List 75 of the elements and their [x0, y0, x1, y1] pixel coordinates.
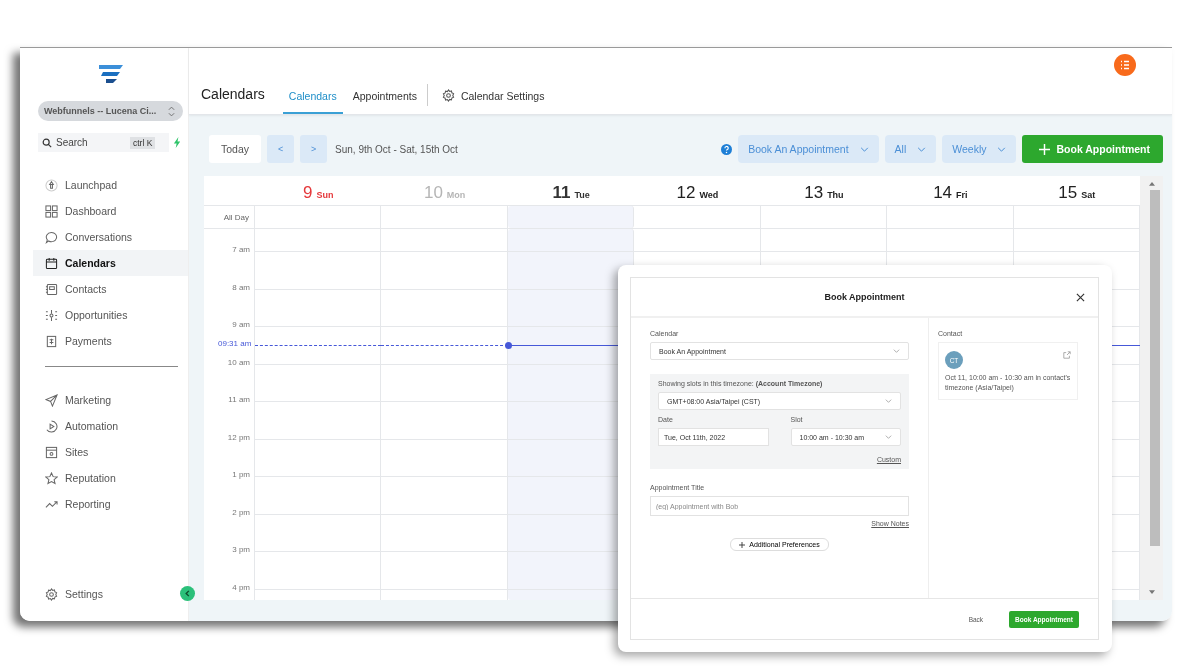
- settings-link[interactable]: Settings: [33, 581, 113, 607]
- play-circle-icon: [45, 419, 58, 433]
- up-down-chevron-icon: [168, 105, 175, 117]
- dashboard-icon: [45, 204, 58, 218]
- settings-icon: [45, 587, 58, 601]
- send-icon: [45, 393, 58, 407]
- search-field[interactable]: Search ctrl K: [38, 133, 169, 152]
- lightning-icon[interactable]: [173, 137, 182, 148]
- tab[interactable]: Appointments: [346, 90, 423, 114]
- chevron-down-icon: [917, 146, 927, 152]
- hour-label: 2 pm: [232, 507, 250, 517]
- hour-label: 3 pm: [232, 545, 250, 554]
- contact-card-icon: [45, 282, 58, 296]
- hour-label: 11 am: [228, 395, 250, 404]
- scroll-up-icon[interactable]: [1148, 181, 1155, 186]
- logo-icon: [96, 64, 125, 84]
- close-icon[interactable]: [1076, 292, 1085, 302]
- list-icon[interactable]: [1114, 54, 1136, 76]
- nav-item[interactable]: Opportunities: [33, 302, 188, 328]
- chevron-down-icon: [997, 146, 1007, 152]
- hour-label: 1 pm: [232, 470, 250, 479]
- scrollbar-thumb[interactable]: [1149, 190, 1160, 546]
- day-header: 14 Fri: [932, 182, 969, 204]
- nav-item[interactable]: Calendars: [33, 250, 188, 276]
- account-switcher[interactable]: Webfunnels -- Lucena Ci...: [38, 101, 183, 121]
- today-all-day-cell[interactable]: [507, 206, 635, 228]
- settings-icon: [441, 89, 455, 102]
- chevron-left-icon: [184, 590, 191, 597]
- chevron-down-icon: [885, 399, 892, 403]
- chat-icon: [45, 230, 58, 244]
- scroll-down-icon[interactable]: [1148, 590, 1155, 595]
- nav-item[interactable]: Sites: [33, 439, 188, 465]
- nav-item[interactable]: Dashboard: [33, 198, 188, 224]
- calendar-settings-link[interactable]: Calendar Settings: [435, 89, 551, 114]
- nav-item[interactable]: Automation: [33, 413, 188, 439]
- hour-label: 9 am: [232, 320, 250, 329]
- day-header: 13 Thu: [803, 182, 845, 204]
- hour-label: 7 am: [232, 245, 250, 254]
- plus-icon: [739, 541, 746, 548]
- shortcut-badge: ctrl K: [130, 136, 156, 149]
- calendar-icon: [45, 256, 58, 270]
- help-icon[interactable]: [721, 143, 733, 155]
- chevron-down-icon: [885, 435, 892, 439]
- chevron-down-icon: [893, 349, 900, 353]
- current-time-label: 09:31 am: [218, 339, 252, 349]
- plus-icon: [1039, 143, 1051, 155]
- modal-title: Book Appointment: [824, 292, 905, 302]
- external-link-icon[interactable]: [1063, 351, 1071, 359]
- receipt-icon: [45, 334, 58, 348]
- browser-icon: [45, 445, 58, 459]
- nav-item[interactable]: Contacts: [33, 276, 188, 302]
- search-icon: [42, 137, 52, 148]
- star-icon: [45, 471, 58, 485]
- hour-label: 12 pm: [227, 432, 250, 442]
- nav-item[interactable]: Conversations: [33, 224, 188, 250]
- nav-item[interactable]: Launchpad: [33, 172, 188, 198]
- search-input[interactable]: Search: [56, 137, 126, 148]
- day-column[interactable]: [255, 229, 382, 600]
- hour-label: 4 pm: [232, 582, 250, 592]
- all-day-label: All Day: [223, 212, 249, 222]
- chevron-down-icon: [859, 146, 869, 152]
- nav-item[interactable]: Reporting: [33, 491, 188, 517]
- today-button[interactable]: Today: [209, 135, 262, 163]
- nav-item[interactable]: Reputation: [33, 465, 188, 491]
- day-header: 10 Mon: [422, 182, 467, 204]
- nav-item[interactable]: Marketing: [33, 387, 188, 413]
- hour-label: 8 am: [232, 282, 250, 292]
- date-range: Sun, 9th Oct - Sat, 15th Oct: [335, 143, 458, 155]
- nav-item[interactable]: Payments: [33, 328, 188, 354]
- day-header: 12 Wed: [675, 182, 720, 204]
- hour-label: 10 am: [227, 357, 250, 367]
- day-column[interactable]: [381, 229, 508, 600]
- day-header: 15 Sat: [1057, 182, 1097, 204]
- page-title: Calendars: [201, 86, 265, 102]
- day-header: 9 Sun: [301, 182, 335, 204]
